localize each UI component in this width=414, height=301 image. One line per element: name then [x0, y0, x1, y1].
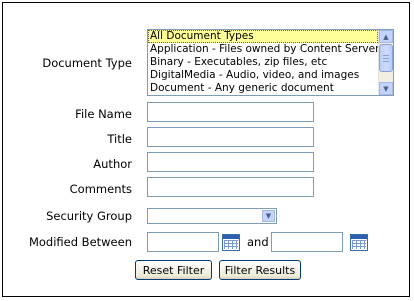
document-type-option[interactable]: DigitalMedia - Audio, video, and images — [148, 69, 378, 82]
modified-from-input[interactable] — [147, 232, 219, 252]
modified-between-label: Modified Between — [28, 235, 132, 249]
document-type-option[interactable]: Binary - Executables, zip files, etc — [148, 56, 378, 69]
and-label: and — [247, 235, 269, 249]
scrollbar-thumb[interactable] — [379, 44, 393, 72]
modified-to-input[interactable] — [271, 232, 343, 252]
comments-input[interactable] — [147, 177, 314, 197]
author-label: Author — [93, 157, 132, 171]
chevron-down-icon[interactable]: ▼ — [262, 210, 275, 222]
title-label: Title — [107, 132, 132, 146]
calendar-icon[interactable] — [350, 234, 368, 251]
filter-results-button[interactable]: Filter Results — [219, 260, 301, 280]
file-name-input[interactable] — [147, 102, 314, 122]
listbox-scrollbar[interactable]: ▲ ▼ — [378, 30, 393, 95]
document-type-option[interactable]: Application - Files owned by Content Ser… — [148, 43, 378, 56]
title-input[interactable] — [147, 127, 314, 147]
filter-panel: Document Type All Document Types Applica… — [2, 2, 410, 297]
document-type-label: Document Type — [42, 56, 132, 70]
reset-filter-button[interactable]: Reset Filter — [135, 260, 212, 280]
document-type-option[interactable]: Document - Any generic document — [148, 82, 378, 95]
file-name-label: File Name — [75, 107, 132, 121]
comments-label: Comments — [69, 182, 132, 196]
security-group-select[interactable]: ▼ — [147, 208, 277, 224]
document-type-listbox[interactable]: All Document Types Application - Files o… — [147, 29, 394, 96]
document-type-option[interactable]: All Document Types — [148, 30, 378, 43]
author-input[interactable] — [147, 152, 314, 172]
scroll-down-arrow-icon[interactable]: ▼ — [379, 82, 393, 95]
security-group-label: Security Group — [46, 209, 132, 223]
scroll-up-arrow-icon[interactable]: ▲ — [379, 30, 393, 43]
calendar-icon[interactable] — [222, 234, 240, 251]
